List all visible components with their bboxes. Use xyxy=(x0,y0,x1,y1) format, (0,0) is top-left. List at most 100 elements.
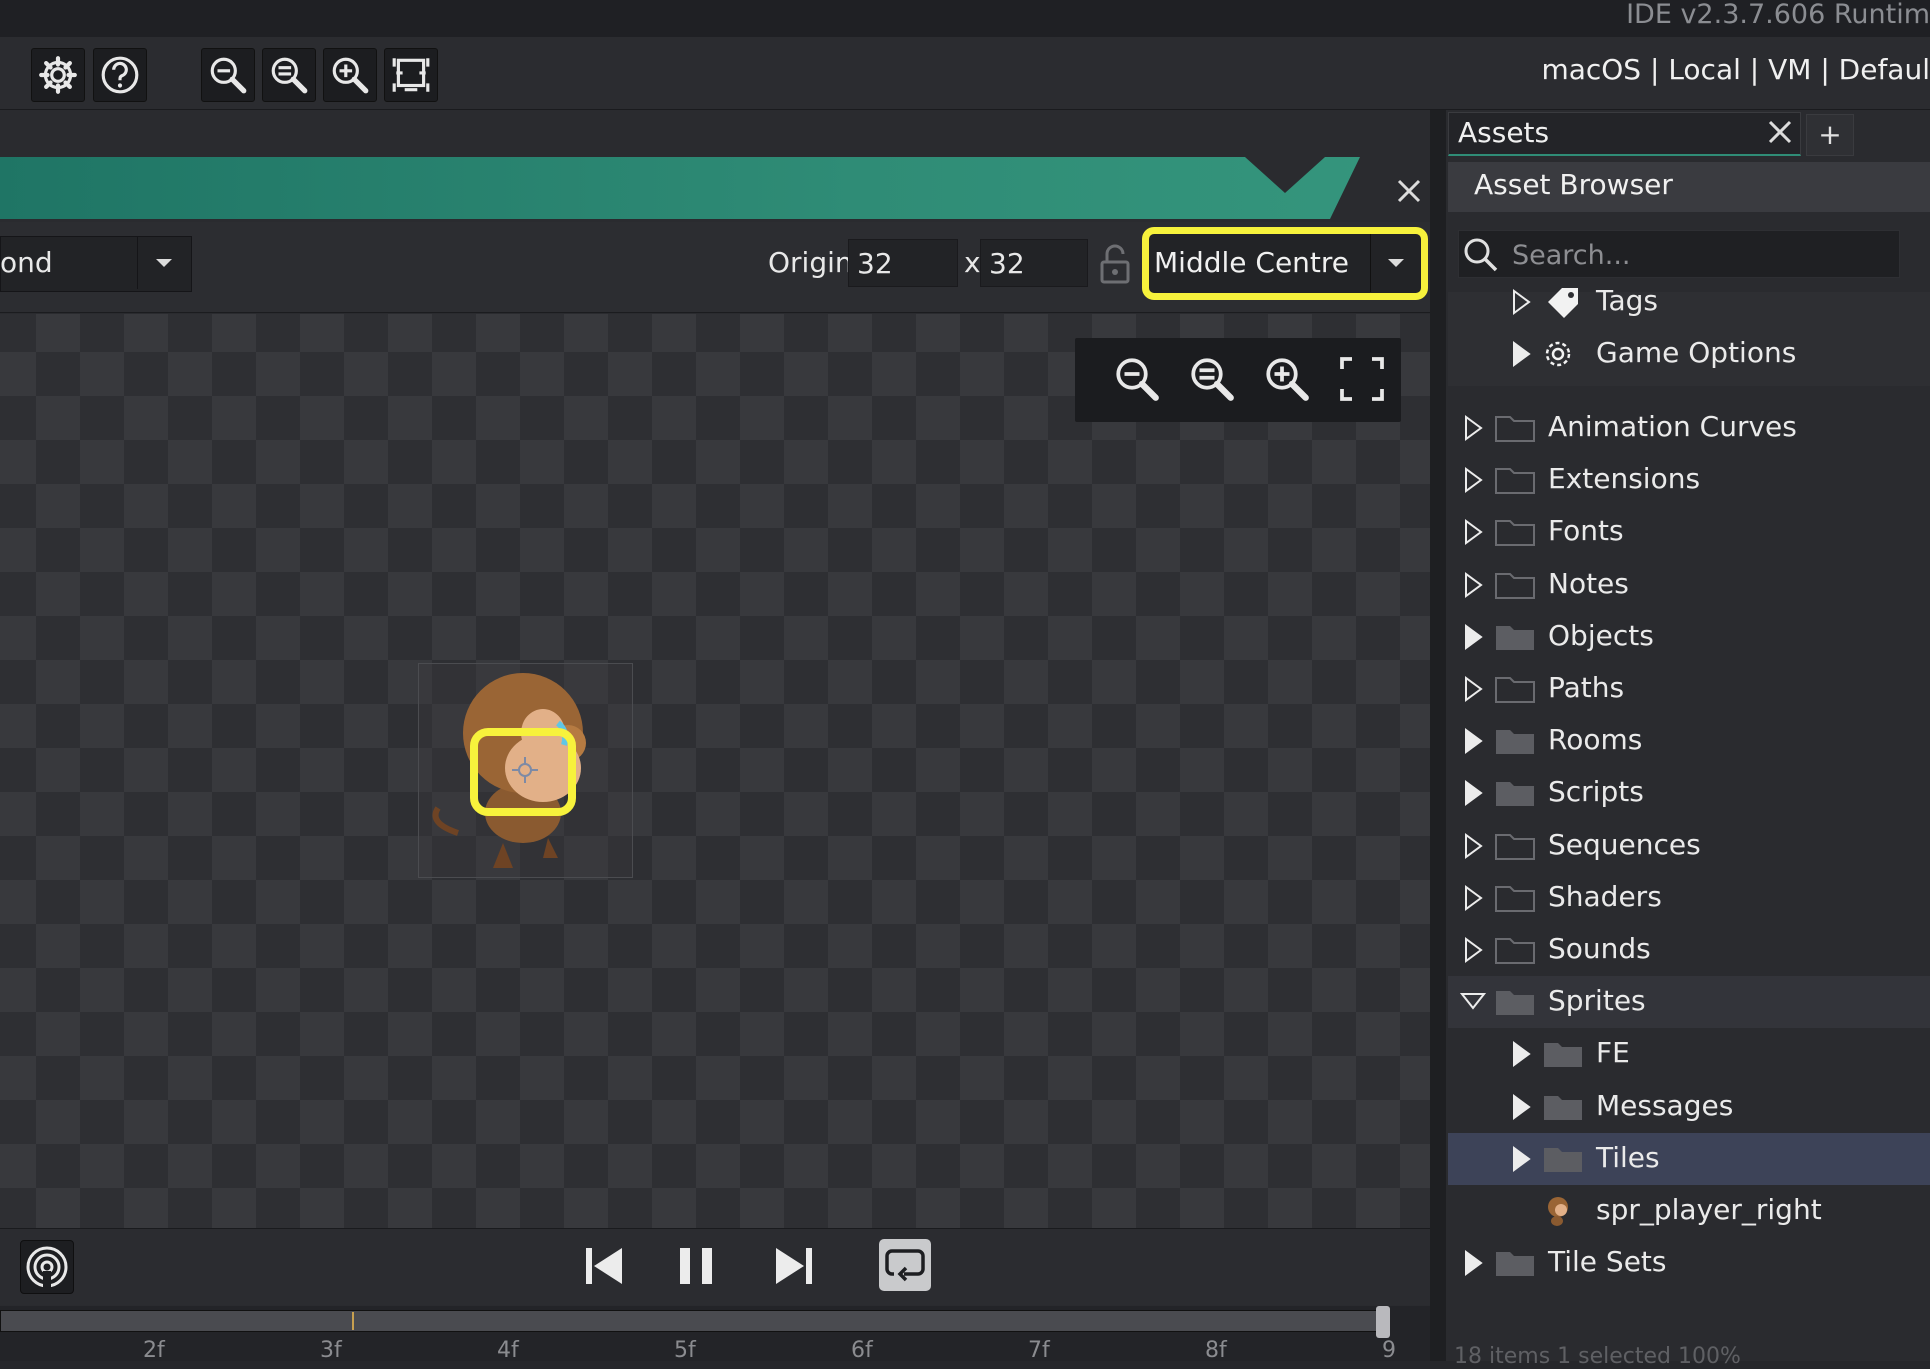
asset-browser-title: Asset Browser xyxy=(1474,168,1673,201)
chevron-right-icon[interactable] xyxy=(1460,623,1486,651)
canvas-zoom-controls xyxy=(1075,338,1401,422)
frame-label: 3f xyxy=(320,1338,342,1363)
canvas-zoom-out-button[interactable] xyxy=(1106,348,1168,410)
chevron-right-icon[interactable] xyxy=(1508,1093,1534,1121)
origin-y-field[interactable]: 32 xyxy=(980,239,1088,287)
tree-item-rooms[interactable]: Rooms xyxy=(1448,715,1930,767)
tree-item-fe[interactable]: FE xyxy=(1448,1028,1930,1080)
canvas-fullscreen-button[interactable] xyxy=(1331,348,1393,410)
tree-item-extensions[interactable]: Extensions xyxy=(1448,454,1930,506)
canvas-zoom-reset-button[interactable] xyxy=(1181,348,1243,410)
fit-screen-button[interactable] xyxy=(384,48,438,102)
folder-icon xyxy=(1495,938,1535,964)
tree-item-label: Fonts xyxy=(1548,514,1624,547)
chevron-right-icon[interactable] xyxy=(1460,466,1486,494)
tree-item-shaders[interactable]: Shaders xyxy=(1448,872,1930,924)
chevron-right-icon[interactable] xyxy=(1460,936,1486,964)
pause-button[interactable] xyxy=(668,1238,724,1294)
zoom-in-icon xyxy=(332,57,369,94)
chevron-right-icon[interactable] xyxy=(1460,414,1486,442)
close-icon[interactable] xyxy=(1766,118,1794,146)
skip-start-button[interactable] xyxy=(576,1238,632,1294)
tree-item-label: Notes xyxy=(1548,567,1629,600)
unlock-icon[interactable] xyxy=(1098,242,1132,286)
tree-item-label: Tile Sets xyxy=(1548,1245,1667,1278)
tree-item-sounds[interactable]: Sounds xyxy=(1448,924,1930,976)
loop-icon xyxy=(885,1249,925,1282)
loop-toggle-button[interactable] xyxy=(879,1239,931,1291)
origin-crosshair-icon[interactable] xyxy=(510,755,540,785)
chevron-right-icon[interactable] xyxy=(1460,1249,1486,1277)
chevron-right-icon[interactable] xyxy=(1508,1040,1534,1068)
folder-icon xyxy=(1496,730,1534,754)
panel-splitter[interactable] xyxy=(1430,110,1446,1361)
canvas-zoom-in-button[interactable] xyxy=(1256,348,1318,410)
tree-item-scripts[interactable]: Scripts xyxy=(1448,767,1930,819)
tree-item-notes[interactable]: Notes xyxy=(1448,559,1930,611)
chevron-right-icon[interactable] xyxy=(1508,1145,1534,1173)
onion-skin-icon xyxy=(26,1246,68,1289)
chevron-right-icon[interactable] xyxy=(1460,571,1486,599)
help-button[interactable] xyxy=(93,48,147,102)
sprite-icon xyxy=(1548,1197,1568,1226)
zoom-out-button[interactable] xyxy=(201,48,255,102)
sprite-editor-header[interactable] xyxy=(0,157,1430,219)
chevron-right-icon[interactable] xyxy=(1460,675,1486,703)
folder-icon xyxy=(1544,1096,1582,1120)
add-tab-button[interactable]: + xyxy=(1806,114,1854,156)
tree-item-tags[interactable]: Tags xyxy=(1448,276,1930,328)
frame-label: 8f xyxy=(1205,1338,1227,1363)
chevron-down-icon[interactable] xyxy=(1460,988,1486,1016)
zoom-in-button[interactable] xyxy=(323,48,377,102)
folder-icon xyxy=(1544,1148,1582,1172)
chevron-right-icon[interactable] xyxy=(1508,340,1534,368)
search-icon xyxy=(1464,238,1498,272)
origin-preset-toggle[interactable] xyxy=(1370,234,1421,292)
timeline-end-handle[interactable] xyxy=(1376,1306,1390,1338)
close-icon[interactable] xyxy=(1394,176,1424,206)
tree-item-objects[interactable]: Objects xyxy=(1448,611,1930,663)
tree-item-sprites[interactable]: Sprites xyxy=(1448,976,1930,1028)
tree-item-label: Paths xyxy=(1548,671,1625,704)
folder-icon xyxy=(1496,1252,1534,1276)
onion-skin-button[interactable] xyxy=(20,1240,74,1294)
chevron-right-icon[interactable] xyxy=(1460,779,1486,807)
zoom-reset-icon xyxy=(271,57,308,94)
chevron-right-icon[interactable] xyxy=(1460,832,1486,860)
chevron-right-icon[interactable] xyxy=(1508,288,1534,316)
tree-item-label: Game Options xyxy=(1596,336,1797,369)
tree-item-label: Shaders xyxy=(1548,880,1662,913)
asset-status-bar: 18 items 1 selected 100% xyxy=(1454,1344,1741,1369)
pause-icon xyxy=(680,1248,712,1284)
tree-item-label: Objects xyxy=(1548,619,1654,652)
chevron-right-icon[interactable] xyxy=(1460,727,1486,755)
tree-item-messages[interactable]: Messages xyxy=(1448,1081,1930,1133)
dropdown-value: ond xyxy=(0,246,53,279)
skip-end-button[interactable] xyxy=(766,1238,822,1294)
tree-item-spr-player-right[interactable]: spr_player_right xyxy=(1448,1185,1930,1237)
dropdown-toggle[interactable] xyxy=(137,237,190,289)
zoom-reset-button[interactable] xyxy=(262,48,316,102)
origin-label: Origin xyxy=(768,246,853,279)
sprite-canvas[interactable] xyxy=(0,314,1430,1228)
zoom-reset-icon xyxy=(1191,358,1234,401)
tree-item-fonts[interactable]: Fonts xyxy=(1448,506,1930,558)
timeline-scrubber[interactable] xyxy=(0,1310,1385,1332)
preferences-button[interactable] xyxy=(31,48,85,102)
skip-start-icon xyxy=(586,1248,622,1284)
frame-label: 2f xyxy=(143,1338,165,1363)
tree-item-game-options[interactable]: Game Options xyxy=(1448,328,1930,380)
chevron-right-icon[interactable] xyxy=(1460,518,1486,546)
tree-item-tile-sets[interactable]: Tile Sets xyxy=(1448,1237,1930,1289)
target-selector[interactable]: macOS | Local | VM | Defaul xyxy=(1541,53,1930,86)
playhead-marker[interactable] xyxy=(352,1312,354,1330)
tree-item-animation-curves[interactable]: Animation Curves xyxy=(1448,402,1930,454)
tree-item-tiles[interactable]: Tiles xyxy=(1448,1133,1930,1185)
frame-label: 7f xyxy=(1028,1338,1050,1363)
tree-item-paths[interactable]: Paths xyxy=(1448,663,1930,715)
chevron-right-icon[interactable] xyxy=(1460,884,1486,912)
frame-label: 4f xyxy=(497,1338,519,1363)
search-placeholder: Search... xyxy=(1512,240,1631,271)
tree-item-sequences[interactable]: Sequences xyxy=(1448,820,1930,872)
origin-x-field[interactable]: 32 xyxy=(848,239,958,287)
